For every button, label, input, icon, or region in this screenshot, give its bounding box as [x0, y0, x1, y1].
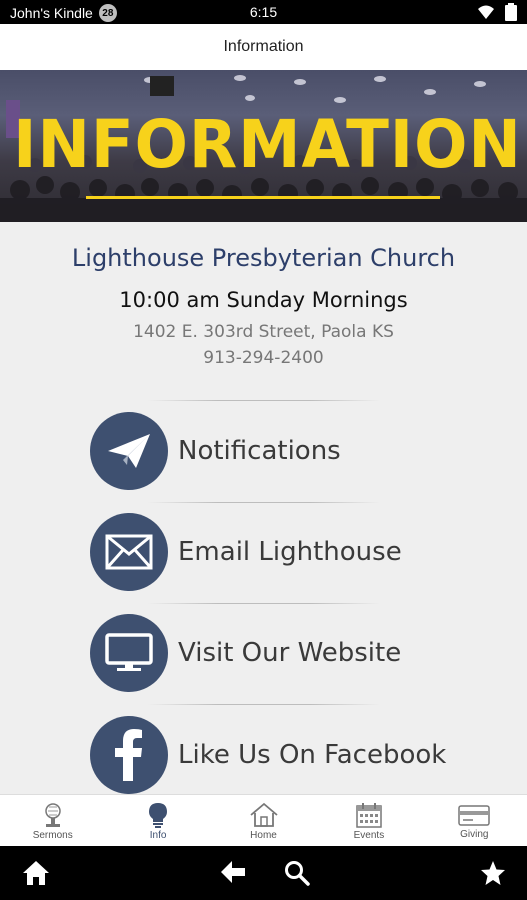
service-time: 10:00 am Sunday Mornings [119, 288, 408, 312]
home-icon [249, 802, 278, 827]
info-content[interactable]: Lighthouse Presbyterian Church 10:00 am … [0, 222, 527, 794]
system-navigation-bar [0, 846, 527, 900]
wifi-icon [478, 5, 494, 19]
divider [148, 603, 380, 604]
church-phone[interactable]: 913-294-2400 [0, 348, 527, 368]
search-icon[interactable] [284, 860, 310, 886]
tab-giving-label: Giving [460, 828, 489, 840]
facebook-label: Like Us On Facebook [178, 740, 447, 770]
notifications-label: Notifications [178, 436, 341, 466]
status-bar: John's Kindle 28 6:15 [0, 0, 527, 24]
home-icon[interactable] [22, 860, 50, 886]
tab-bar: Sermons Info Home Events Giving [0, 794, 527, 847]
star-icon[interactable] [480, 860, 506, 886]
tab-home[interactable]: Home [211, 795, 316, 847]
tab-home-label: Home [250, 829, 277, 841]
monitor-icon [105, 633, 153, 671]
lightbulb-icon [149, 802, 168, 828]
church-address: 1402 E. 303rd Street, Paola KS [133, 322, 394, 342]
tab-sermons[interactable]: Sermons [0, 795, 105, 847]
title-bar: Information [0, 24, 527, 70]
email-lighthouse-button[interactable]: Email Lighthouse [90, 513, 450, 591]
divider [148, 704, 380, 705]
facebook-icon [115, 729, 142, 781]
tab-sermons-label: Sermons [32, 829, 73, 841]
page-title: Information [223, 38, 304, 55]
tab-events[interactable]: Events [316, 795, 421, 847]
back-arrow-icon[interactable] [220, 860, 246, 884]
divider [148, 400, 380, 401]
church-name: Lighthouse Presbyterian Church [71, 244, 456, 272]
tab-giving[interactable]: Giving [422, 795, 527, 847]
credit-card-icon [458, 804, 491, 826]
tab-info-label: Info [149, 829, 167, 841]
paper-plane-icon [108, 434, 150, 468]
calendar-icon [356, 802, 382, 828]
notifications-button[interactable]: Notifications [90, 412, 450, 490]
microphone-icon [44, 802, 61, 827]
visit-website-button[interactable]: Visit Our Website [90, 614, 450, 692]
visit-website-label: Visit Our Website [178, 638, 402, 668]
divider [148, 502, 380, 503]
tab-events-label: Events [353, 829, 385, 841]
banner-underline [86, 196, 440, 199]
banner-heading: INFORMATION [13, 106, 522, 183]
facebook-button[interactable]: Like Us On Facebook [90, 716, 450, 794]
header-banner: INFORMATION [0, 70, 527, 222]
battery-icon [505, 3, 517, 21]
tab-info[interactable]: Info [105, 795, 210, 847]
envelope-icon [105, 534, 153, 570]
email-lighthouse-label: Email Lighthouse [178, 537, 402, 567]
clock: 6:15 [249, 4, 278, 20]
